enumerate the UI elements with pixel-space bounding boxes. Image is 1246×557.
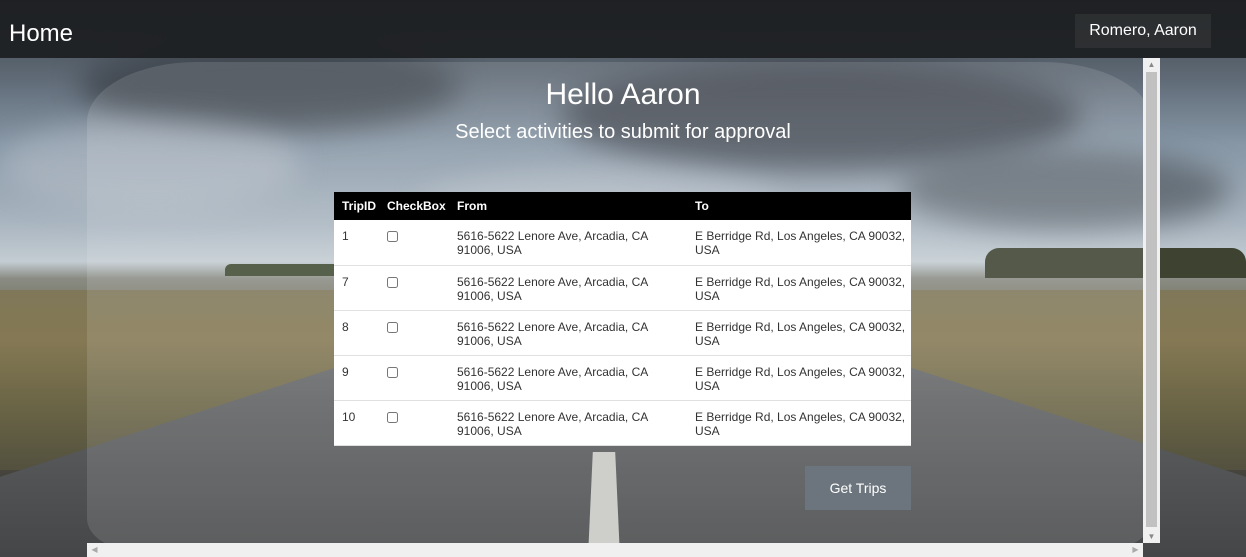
table-row: 9 5616-5622 Lenore Ave, Arcadia, CA 9100… — [334, 355, 911, 401]
from-cell: 5616-5622 Lenore Ave, Arcadia, CA 91006,… — [449, 355, 687, 401]
from-cell: 5616-5622 Lenore Ave, Arcadia, CA 91006,… — [449, 310, 687, 356]
chevron-up-icon[interactable]: ▲ — [1147, 60, 1156, 69]
checkbox-cell — [379, 310, 449, 356]
user-menu-button[interactable]: Romero, Aaron — [1075, 14, 1211, 48]
scrollbar-thumb[interactable] — [1146, 72, 1157, 527]
trip-id-cell: 9 — [334, 355, 379, 401]
to-cell: E Berridge Rd, Los Angeles, CA 90032, US… — [687, 265, 911, 311]
top-navbar: Home Romero, Aaron — [0, 0, 1246, 58]
horizontal-scrollbar[interactable]: ◀ ▶ — [87, 543, 1143, 557]
table-row: 8 5616-5622 Lenore Ave, Arcadia, CA 9100… — [334, 310, 911, 356]
column-header-checkbox: CheckBox — [379, 192, 449, 220]
checkbox-cell — [379, 265, 449, 311]
chevron-right-icon[interactable]: ▶ — [1131, 545, 1140, 555]
to-cell: E Berridge Rd, Los Angeles, CA 90032, US… — [687, 310, 911, 356]
table-row: 10 5616-5622 Lenore Ave, Arcadia, CA 910… — [334, 400, 911, 446]
checkbox-cell — [379, 400, 449, 446]
trip-id-cell: 7 — [334, 265, 379, 311]
page-subtitle: Select activities to submit for approval — [455, 121, 791, 143]
page-title: Hello Aaron — [545, 78, 701, 111]
checkbox-cell — [379, 220, 449, 266]
vertical-scrollbar[interactable]: ▲ ▼ — [1143, 58, 1160, 543]
get-trips-button[interactable]: Get Trips — [805, 466, 911, 510]
trip-id-cell: 1 — [334, 220, 379, 266]
chevron-down-icon[interactable]: ▼ — [1147, 532, 1156, 541]
to-cell: E Berridge Rd, Los Angeles, CA 90032, US… — [687, 400, 911, 446]
trip-id-cell: 8 — [334, 310, 379, 356]
table-header-row: TripID CheckBox From To — [334, 192, 911, 220]
to-cell: E Berridge Rd, Los Angeles, CA 90032, US… — [687, 355, 911, 401]
trip-checkbox[interactable] — [387, 411, 398, 423]
table-row: 1 5616-5622 Lenore Ave, Arcadia, CA 9100… — [334, 220, 911, 266]
column-header-from: From — [449, 192, 687, 220]
trips-table: TripID CheckBox From To 1 5616-5622 Leno… — [334, 192, 911, 446]
trip-id-cell: 10 — [334, 400, 379, 446]
chevron-left-icon[interactable]: ◀ — [90, 545, 99, 555]
trip-checkbox[interactable] — [387, 231, 398, 242]
home-link[interactable]: Home — [9, 20, 73, 48]
from-cell: 5616-5622 Lenore Ave, Arcadia, CA 91006,… — [449, 400, 687, 446]
column-header-tripid: TripID — [334, 192, 379, 220]
trip-checkbox[interactable] — [387, 276, 398, 288]
from-cell: 5616-5622 Lenore Ave, Arcadia, CA 91006,… — [449, 220, 687, 266]
trip-checkbox[interactable] — [387, 366, 398, 378]
column-header-to: To — [687, 192, 911, 220]
trip-checkbox[interactable] — [387, 321, 398, 333]
to-cell: E Berridge Rd, Los Angeles, CA 90032, US… — [687, 220, 911, 266]
table-row: 7 5616-5622 Lenore Ave, Arcadia, CA 9100… — [334, 265, 911, 311]
from-cell: 5616-5622 Lenore Ave, Arcadia, CA 91006,… — [449, 265, 687, 311]
checkbox-cell — [379, 355, 449, 401]
